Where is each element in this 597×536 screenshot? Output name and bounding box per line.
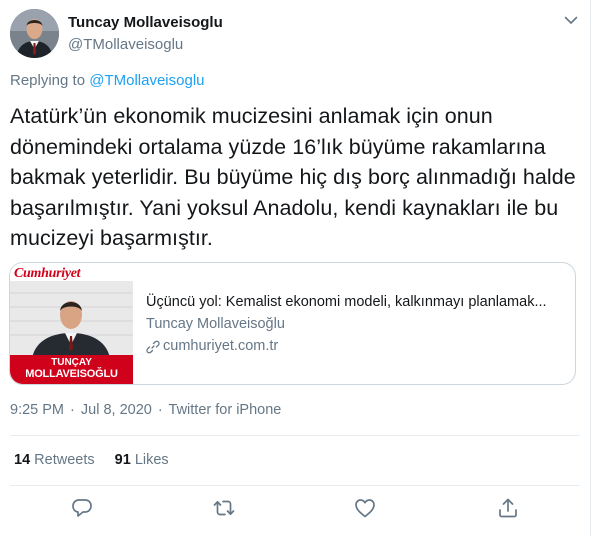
card-thumb-name-line1: TUNÇAY: [51, 357, 92, 368]
likes-label: Likes: [134, 452, 169, 468]
card-author: Tuncay Mollaveisoğlu: [146, 316, 285, 332]
card-thumb-name-line2: MOLLAVEISOĞLU: [25, 368, 118, 380]
retweet-icon[interactable]: [212, 496, 236, 520]
chevron-down-icon[interactable]: [562, 11, 580, 29]
replying-prefix: Replying to: [10, 72, 90, 89]
retweets-label: Retweets: [34, 452, 95, 468]
likes-count: 91: [114, 452, 131, 468]
tweet-meta: 9:25 PM · Jul 8, 2020 · Twitter for iPho…: [10, 402, 281, 418]
reply-icon[interactable]: [70, 496, 94, 520]
retweets-count: 14: [14, 452, 31, 468]
tweet-source[interactable]: Twitter for iPhone: [169, 402, 282, 418]
tweet-header: Tuncay Mollaveisoglu @TMollaveisoglu: [10, 9, 580, 61]
card-domain-text: cumhuriyet.com.tr: [163, 338, 279, 354]
card-thumb-brand: Cumhuriyet: [14, 266, 81, 281]
tweet-time[interactable]: 9:25 PM: [10, 402, 64, 418]
retweets-stat[interactable]: 14 Retweets: [14, 452, 95, 468]
meta-separator-2: ·: [157, 402, 163, 418]
tweet-text: Atatürk’ün ekonomik mucizesini anlamak i…: [10, 104, 576, 250]
card-title: Üçüncü yol: Kemalist ekonomi modeli, kal…: [146, 294, 547, 310]
column-border: [590, 0, 591, 536]
action-bar: [10, 496, 580, 526]
tweet-date[interactable]: Jul 8, 2020: [81, 402, 152, 418]
link-icon: [146, 340, 160, 353]
meta-separator: ·: [70, 402, 75, 418]
card-body: Üçüncü yol: Kemalist ekonomi modeli, kal…: [146, 293, 566, 356]
avatar[interactable]: [10, 9, 59, 58]
author-handle[interactable]: @TMollaveisoglu: [68, 35, 223, 55]
divider-bottom: [10, 485, 580, 486]
author-display-name[interactable]: Tuncay Mollaveisoglu: [68, 13, 223, 33]
replying-handle-link[interactable]: @TMollaveisoglu: [89, 72, 204, 89]
author-names: Tuncay Mollaveisoglu @TMollaveisoglu: [68, 13, 223, 55]
heart-icon[interactable]: [353, 496, 377, 520]
replying-to: Replying to @TMollaveisoglu: [10, 72, 205, 89]
likes-stat[interactable]: 91 Likes: [115, 452, 169, 468]
card-thumbnail: Cumhuriyet TUNÇAY MOLLAVEISOĞLU: [10, 263, 133, 384]
tweet-detail: Tuncay Mollaveisoglu @TMollaveisoglu Rep…: [0, 0, 597, 536]
divider-top: [10, 435, 580, 436]
share-icon[interactable]: [496, 496, 520, 520]
link-card[interactable]: Cumhuriyet TUNÇAY MOLLAVEISOĞLU Üçüncü y…: [9, 262, 576, 385]
tweet-stats: 14 Retweets 91 Likes: [14, 452, 185, 468]
card-domain: cumhuriyet.com.tr: [146, 337, 566, 356]
